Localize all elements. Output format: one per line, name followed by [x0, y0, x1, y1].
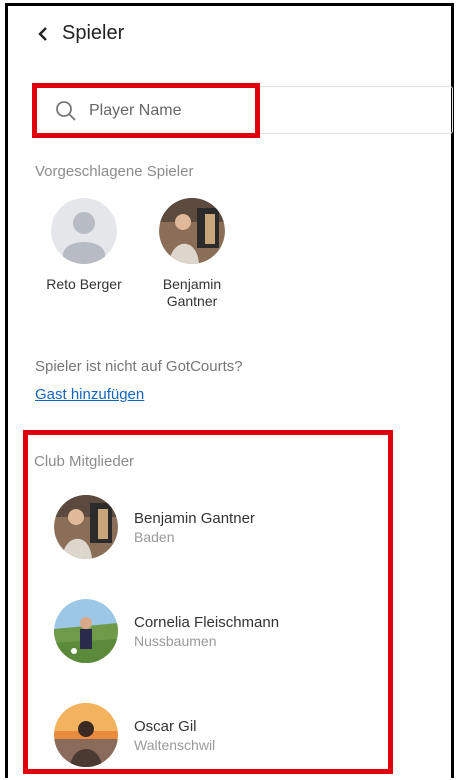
suggested-player[interactable]: Benjamin Gantner [146, 198, 238, 310]
suggested-player-name: Reto Berger [46, 276, 122, 292]
member-city: Waltenschwil [134, 736, 216, 753]
page-title: Spieler [62, 22, 125, 44]
suggested-players-label: Vorgeschlagene Spieler [35, 163, 194, 180]
suggested-player-name: Benjamin Gantner [162, 276, 222, 309]
search-input[interactable] [89, 98, 389, 124]
add-guest-link[interactable]: Gast hinzufügen [35, 386, 144, 403]
avatar [54, 599, 118, 663]
member-city: Nussbaumen [134, 632, 217, 649]
avatar [54, 703, 118, 767]
search-box[interactable] [33, 86, 453, 134]
search-icon [56, 101, 76, 121]
member-row[interactable]: Oscar Gil Waltenschwil [54, 703, 215, 767]
header: Spieler [36, 22, 124, 45]
member-name: Benjamin Gantner [134, 509, 255, 527]
member-row[interactable]: Cornelia Fleischmann Nussbaumen [54, 599, 279, 663]
avatar [54, 495, 118, 559]
member-name: Oscar Gil [134, 717, 197, 735]
member-name: Cornelia Fleischmann [134, 613, 280, 631]
avatar [159, 198, 225, 264]
chevron-left-icon[interactable] [36, 24, 50, 44]
suggested-player[interactable]: Reto Berger [38, 198, 130, 310]
member-city: Baden [134, 528, 175, 545]
guest-question: Spieler ist nicht auf GotCourts? [35, 358, 243, 375]
default-avatar-icon [51, 198, 117, 264]
member-row[interactable]: Benjamin Gantner Baden [54, 495, 255, 559]
suggested-players-list: Reto Berger Benjamin Gantner [38, 198, 238, 310]
club-members-section: Club Mitglieder Benjamin Gantner Baden C… [23, 430, 393, 774]
club-members-label: Club Mitglieder [34, 453, 135, 470]
